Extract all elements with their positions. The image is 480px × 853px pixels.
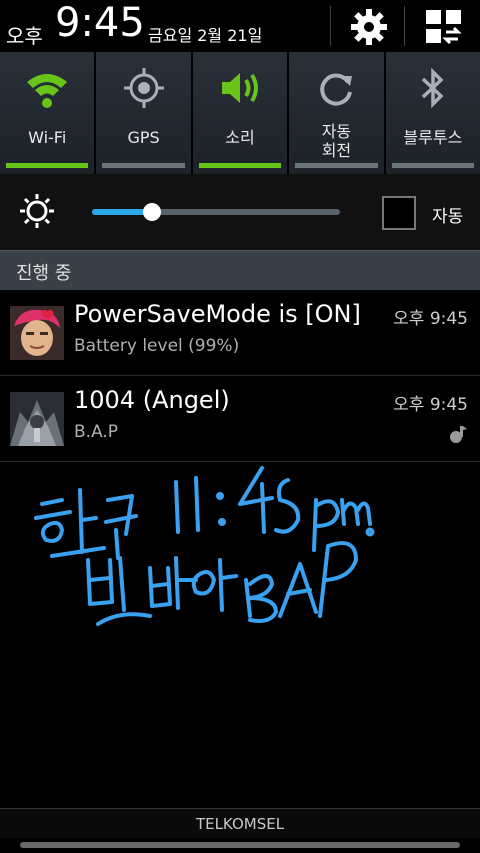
- notification-time: 오후 9:45: [393, 309, 468, 329]
- divider: [330, 6, 331, 46]
- brightness-slider[interactable]: [92, 203, 340, 221]
- toggle-label: Wi-Fi: [28, 128, 67, 147]
- toggle-label: 자동 회전: [289, 122, 383, 160]
- toggle-gps[interactable]: GPS: [96, 52, 193, 174]
- divider: [404, 6, 405, 46]
- carrier-name: TELKOMSEL: [195, 815, 285, 833]
- status-date: 금요일 2월 21일: [148, 26, 263, 45]
- toggle-indicator: [6, 163, 89, 168]
- carrier-bar: TELKOMSEL: [0, 808, 480, 838]
- status-time: 9:45: [55, 0, 145, 46]
- auto-brightness-checkbox[interactable]: [382, 196, 416, 230]
- toggle-label: 소리: [225, 128, 255, 147]
- avatar: [10, 306, 64, 360]
- toggle-indicator: [198, 163, 282, 168]
- drag-handle[interactable]: [20, 842, 460, 848]
- notification-powersave[interactable]: PowerSaveMode is [ON] Battery level (99%…: [0, 290, 480, 376]
- brightness-icon: [20, 194, 54, 228]
- grid-switch-icon: [426, 10, 462, 45]
- notification-time: 오후 9:45: [393, 395, 468, 415]
- status-bar: 오후 9:45 금요일 2월 21일: [0, 0, 480, 52]
- toggle-bluetooth[interactable]: 블루투스: [385, 52, 480, 174]
- settings-button[interactable]: [348, 6, 390, 48]
- toggle-auto-rotate[interactable]: 자동 회전: [289, 52, 386, 174]
- toggle-indicator: [295, 163, 378, 168]
- toggle-indicator: [102, 163, 185, 168]
- notification-subtitle: Battery level (99%): [74, 336, 240, 356]
- brightness-slider-thumb[interactable]: [142, 203, 161, 221]
- wifi-icon: [27, 74, 68, 108]
- notification-music[interactable]: 1004 (Angel) B.A.P 오후 9:45: [0, 376, 480, 462]
- bluetooth-icon: [421, 67, 444, 109]
- toggle-label-line1: 자동: [321, 122, 352, 141]
- music-icon: [450, 426, 467, 443]
- toggle-sound[interactable]: 소리: [192, 52, 290, 174]
- quick-toggles: Wi-Fi GPS 소리 자동 회전 블루투스: [0, 52, 480, 174]
- ongoing-section-header: 진행 중: [0, 250, 480, 290]
- sound-icon: [222, 73, 259, 103]
- auto-brightness-label: 자동: [432, 207, 464, 227]
- rotate-icon: [320, 73, 353, 106]
- notification-title: 1004 (Angel): [74, 386, 230, 414]
- status-ampm: 오후: [6, 24, 43, 48]
- notification-title: PowerSaveMode is [ON]: [74, 300, 361, 328]
- gear-icon: [351, 9, 387, 45]
- toggle-indicator: [391, 163, 475, 168]
- handwritten-scribble: [34, 466, 375, 626]
- notification-subtitle: B.A.P: [74, 422, 119, 442]
- quick-settings-grid-button[interactable]: [424, 8, 464, 46]
- toggle-label: GPS: [127, 128, 160, 147]
- gps-icon: [123, 68, 164, 108]
- toggle-wifi[interactable]: Wi-Fi: [0, 52, 97, 174]
- section-title: 진행 중: [16, 263, 72, 284]
- toggle-label: 블루투스: [403, 128, 463, 147]
- album-art: [10, 392, 64, 446]
- toggle-label-line2: 회전: [321, 141, 352, 160]
